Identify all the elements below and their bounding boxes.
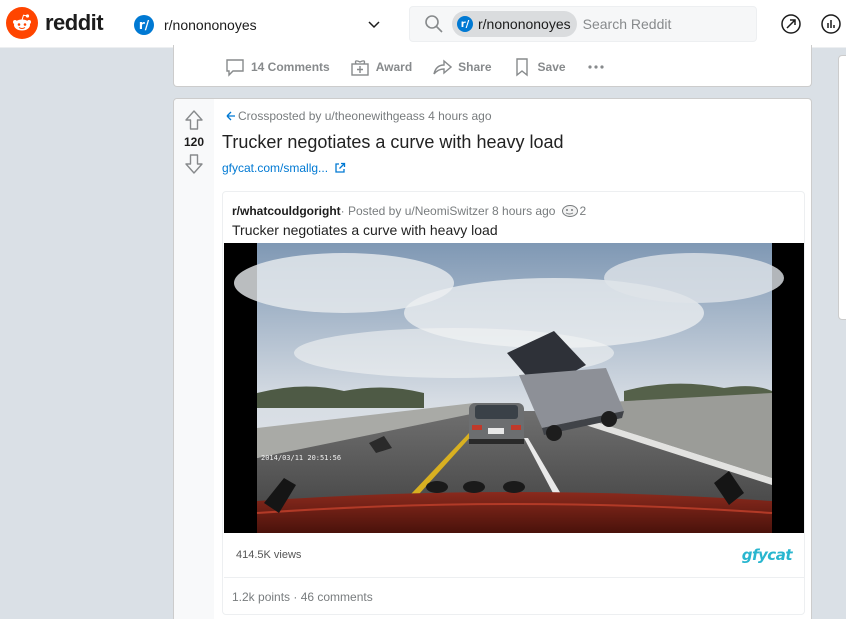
community-name: r/nonononoyes [164,17,257,33]
subreddit-icon: r/ [134,15,154,35]
upvote-arrow-icon[interactable] [184,109,204,131]
chevron-down-icon [368,21,380,29]
post-link-text: gfycat.com/smallg... [222,161,329,175]
award-label: Award [375,60,413,74]
more-options-button[interactable] [586,57,612,77]
comments-label: 14 Comments [251,60,330,74]
share-label: Share [458,60,492,74]
embed-meta: r/whatcouldgoright · Posted by u/NeomiSw… [232,204,586,218]
embed-stats: 1.2k points · 46 comments [232,590,373,604]
view-count: 414.5K views [236,549,302,561]
snoo-icon [6,7,38,39]
embed-subreddit-link[interactable]: r/whatcouldgoright [232,204,341,218]
search-input[interactable]: Search Reddit [583,16,672,32]
external-link-icon [335,162,346,173]
vote-count: 120 [183,135,205,149]
logo-wordmark: reddit [45,10,104,35]
vote-column: 120 [174,99,214,619]
community-dropdown[interactable]: r/ r/nonononoyes [134,12,386,38]
comments-button[interactable]: 14 Comments [225,57,330,77]
video-frame: 2014/03/11 20:51:56 [224,243,804,533]
post-title[interactable]: Trucker negotiates a curve with heavy lo… [222,132,564,153]
embed-title: Trucker negotiates a curve with heavy lo… [232,222,498,238]
save-button[interactable]: Save [512,57,566,77]
crosspost-embed[interactable]: r/whatcouldgoright · Posted by u/NeomiSw… [222,191,805,615]
stats-icon[interactable] [820,13,842,35]
video-player[interactable]: 2014/03/11 20:51:56 [224,243,804,533]
post-external-link[interactable]: gfycat.com/smallg... [222,161,346,175]
embed-award: 2 [561,204,586,218]
reddit-logo[interactable]: reddit [6,7,104,39]
bookmark-icon [515,58,528,77]
crosspost-icon [226,111,235,121]
previous-post-actions: 14 Comments Award Share Save [225,56,632,78]
gfycat-logo[interactable]: gfycat [742,546,793,564]
embed-award-count: 2 [579,204,587,218]
top-nav-bar: reddit r/ r/nonononoyes r/ r/nonononoyes… [0,0,846,48]
sidebar-card-edge [838,55,846,320]
post-card[interactable]: 120 Crossposted by u/theonewithgeass 4 h… [173,98,812,619]
subreddit-icon: r/ [457,16,473,32]
share-icon [433,59,453,75]
award-badge-icon [562,205,579,217]
downvote-arrow-icon[interactable] [184,153,204,175]
search-community-chip[interactable]: r/ r/nonononoyes [452,11,577,37]
crosspost-meta-text: Crossposted by u/theonewithgeass 4 hours… [238,109,492,123]
award-button[interactable]: Award [350,57,412,77]
search-chip-label: r/nonononoyes [478,16,571,32]
more-dots-icon [587,65,604,69]
save-label: Save [537,60,566,74]
comment-icon [226,59,244,77]
embed-meta-text: · Posted by u/NeomiSwitzer 8 hours ago [340,204,556,218]
crosspost-meta: Crossposted by u/theonewithgeass 4 hours… [226,109,492,123]
search-bar[interactable]: r/ r/nonononoyes Search Reddit [409,6,757,42]
video-info-bar: 414.5K views gfycat [224,534,804,578]
popular-icon[interactable] [780,13,802,35]
award-icon [351,60,369,76]
search-icon [425,15,443,33]
video-timestamp: 2014/03/11 20:51:56 [261,454,341,462]
share-button[interactable]: Share [432,57,492,77]
